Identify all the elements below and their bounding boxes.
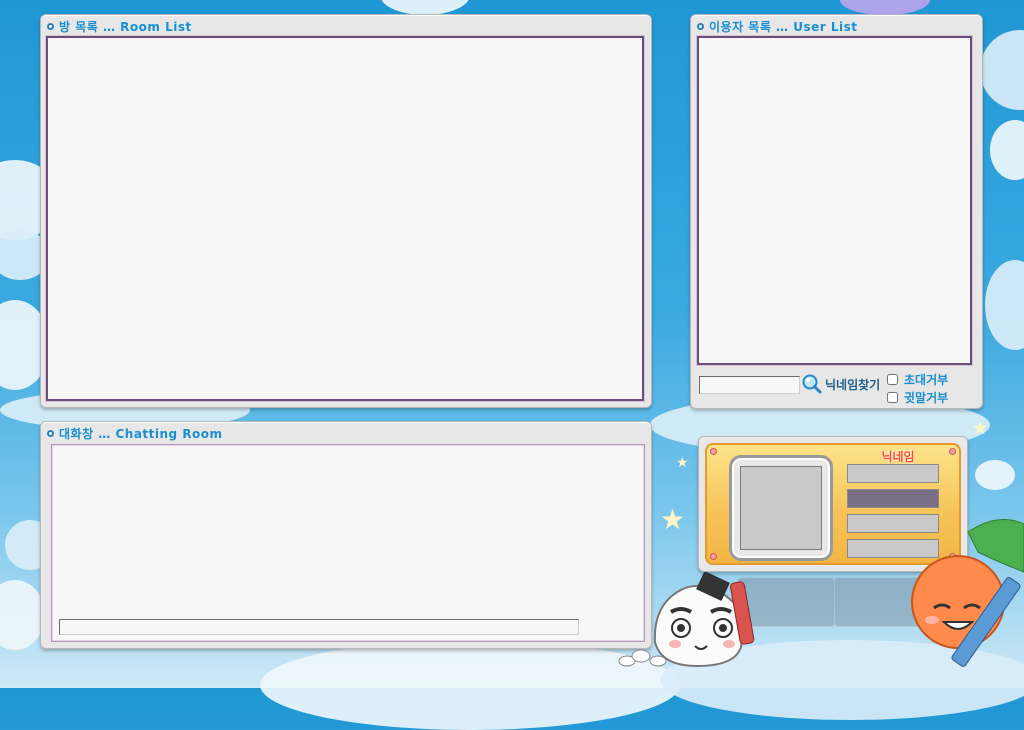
rivet-decoration	[710, 553, 717, 560]
whisper-reject-checkbox[interactable]	[887, 392, 898, 403]
chat-title: 대화창 … Chatting Room	[59, 426, 223, 441]
circle-bullet-icon	[697, 22, 704, 30]
nickname-heading: 닉네임	[881, 450, 915, 464]
rivet-decoration	[949, 448, 956, 455]
room-list-header: 방 목록 … Room List	[47, 18, 192, 34]
user-list-title: 이용자 목록 … User List	[709, 19, 858, 34]
whisper-reject-option[interactable]: 귓말거부	[887, 389, 948, 406]
chat-header: 대화창 … Chatting Room	[47, 425, 223, 441]
user-list[interactable]	[697, 36, 972, 365]
invite-reject-option[interactable]: 초대거부	[887, 371, 948, 388]
room-list-title: 방 목록 … Room List	[59, 19, 192, 34]
room-list-panel: 방 목록 … Room List	[40, 14, 652, 408]
circle-bullet-icon	[47, 22, 54, 30]
invite-reject-label: 초대거부	[904, 373, 949, 387]
room-list[interactable]	[46, 36, 644, 401]
chat-log[interactable]	[51, 444, 645, 642]
avatar	[740, 466, 822, 550]
nickname-search-button[interactable]: 닉네임찾기	[801, 373, 880, 395]
magnifier-icon	[802, 374, 822, 394]
profile-info-row-selected	[847, 489, 939, 508]
invite-reject-checkbox[interactable]	[887, 374, 898, 385]
chat-panel: 대화창 … Chatting Room	[40, 421, 652, 649]
peach-character-icon	[911, 519, 1024, 667]
user-list-panel: 이용자 목록 … User List 닉네임찾기 초대거부 귓말거부	[690, 14, 983, 409]
rivet-decoration	[710, 448, 717, 455]
avatar-frame	[729, 455, 833, 561]
nickname-search-input[interactable]	[699, 376, 800, 394]
user-list-header: 이용자 목록 … User List	[697, 18, 858, 34]
whisper-reject-label: 귓말거부	[904, 391, 949, 405]
nickname-search-label: 닉네임찾기	[825, 377, 881, 392]
chat-input[interactable]	[59, 619, 579, 635]
circle-bullet-icon	[47, 429, 54, 437]
rice-ball-mascot-icon	[618, 572, 755, 668]
profile-info-row	[847, 464, 939, 483]
